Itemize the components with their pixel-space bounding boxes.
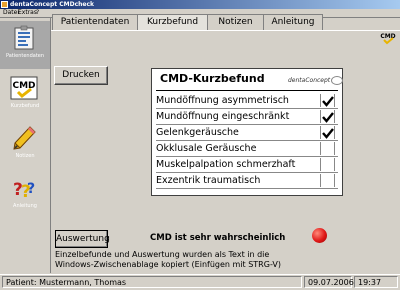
evaluate-button[interactable]: Auswertung [55, 230, 110, 248]
status-date: 09.07.2006 [304, 276, 354, 288]
finding-checkbox[interactable] [320, 142, 335, 155]
finding-checkbox[interactable] [320, 110, 335, 123]
finding-checkbox[interactable] [320, 126, 335, 139]
info-line-2: Windows-Zwischenablage kopiert (Einfügen… [55, 260, 281, 269]
finding-row: Mundöffnung eingeschränkt [156, 109, 338, 125]
status-patient: Patient: Mustermann, Thomas [2, 276, 302, 288]
checkmark-icon [322, 112, 334, 123]
finding-row: Muskelpalpation schmerzhaft [156, 157, 338, 173]
finding-label: Mundöffnung asymmetrisch [156, 95, 289, 106]
sidebar: Patientendaten CMD Kurzbefund Notizen ? … [0, 18, 51, 273]
checkmark-icon [322, 128, 334, 139]
sidebar-item-patientendaten[interactable]: Patientendaten [0, 21, 50, 69]
patient-data-icon [14, 25, 34, 50]
status-indicator-light [312, 228, 327, 243]
menu-help[interactable]: ? [36, 9, 39, 17]
menu-extras[interactable]: Extras [18, 9, 37, 17]
finding-checkbox[interactable] [320, 158, 335, 171]
finding-label: Mundöffnung eingeschränkt [156, 111, 290, 122]
cmd-check-icon: CMD [380, 33, 396, 45]
pencil-icon [13, 126, 36, 150]
print-button[interactable]: Drucken [54, 66, 108, 85]
finding-label: Exzentrik traumatisch [156, 175, 261, 186]
title-bar: dentaConcept CMDcheck [0, 0, 400, 9]
brand-logo: dentaConcept [288, 76, 344, 85]
sidebar-item-label: Notizen [15, 153, 35, 159]
result-text: CMD ist sehr wahrscheinlich [150, 233, 286, 243]
finding-row: Exzentrik traumatisch [156, 173, 338, 189]
tab-kurzbefund[interactable]: Kurzbefund [137, 14, 208, 31]
info-line-1: Einzelbefunde und Auswertung wurden als … [55, 250, 270, 259]
finding-checkbox[interactable] [320, 94, 335, 107]
cmd-check-icon: CMD [10, 76, 38, 100]
sidebar-item-label: Kurzbefund [10, 103, 40, 109]
menu-datei[interactable]: Datei [3, 9, 19, 17]
app-icon [1, 1, 8, 8]
tab-anleitung[interactable]: Anleitung [263, 14, 323, 30]
help-question-icon: ? ? ? [13, 180, 35, 201]
sidebar-item-anleitung[interactable]: ? ? ? Anleitung [0, 171, 50, 219]
svg-text:?: ? [27, 181, 35, 197]
svg-text:CMD: CMD [12, 81, 35, 91]
finding-label: Muskelpalpation schmerzhaft [156, 159, 296, 170]
sidebar-item-label: Anleitung [13, 203, 37, 209]
window-title: dentaConcept CMDcheck [10, 1, 95, 8]
tab-patientendaten[interactable]: Patientendaten [52, 14, 138, 30]
clipboard-info: Einzelbefunde und Auswertung wurden als … [55, 250, 281, 270]
divider [156, 90, 338, 91]
finding-label: Okklusale Geräusche [156, 143, 257, 154]
sidebar-item-kurzbefund[interactable]: CMD Kurzbefund [0, 71, 50, 119]
finding-checkbox[interactable] [320, 174, 335, 187]
checkmark-icon [322, 96, 334, 107]
finding-label: Gelenkgeräusche [156, 127, 239, 138]
status-bar: Patient: Mustermann, Thomas 09.07.2006 1… [0, 274, 400, 290]
kurzbefund-panel: CMD-Kurzbefund dentaConcept Mundöffnung … [151, 68, 344, 196]
panel-title: CMD-Kurzbefund [160, 72, 265, 85]
tab-notizen[interactable]: Notizen [207, 14, 264, 30]
finding-row: Gelenkgeräusche [156, 125, 338, 141]
sidebar-item-label: Patientendaten [5, 53, 45, 59]
finding-row: Okklusale Geräusche [156, 141, 338, 157]
status-time: 19:37 [354, 276, 398, 288]
sidebar-item-notizen[interactable]: Notizen [0, 121, 50, 169]
finding-row: Mundöffnung asymmetrisch [156, 93, 338, 109]
